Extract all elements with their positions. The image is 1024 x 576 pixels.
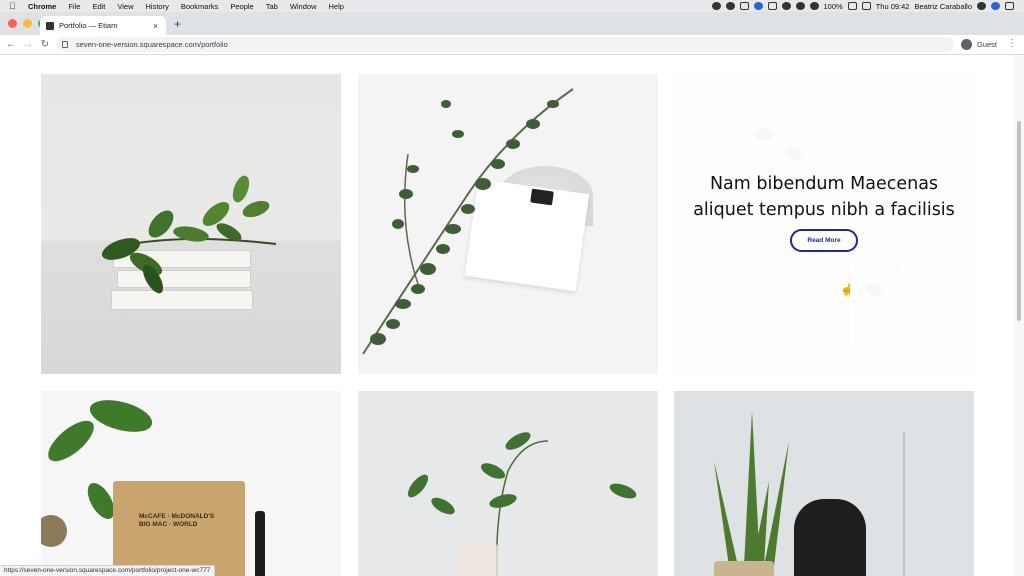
- portfolio-tile-notebook[interactable]: McCAFE · McDONALD'S BIG MAC · WORLD: [41, 391, 341, 576]
- tab-close-icon[interactable]: ×: [151, 21, 160, 31]
- window-icon[interactable]: [767, 2, 777, 10]
- menu-bookmarks[interactable]: Bookmarks: [181, 2, 219, 11]
- site-favicon-icon: [46, 21, 54, 30]
- scrollbar-thumb[interactable]: [1017, 121, 1021, 321]
- macos-menu-bar:  Chrome File Edit View History Bookmark…: [0, 0, 1024, 12]
- page-viewport: Nam bibendum Maecenas aliquet tempus nib…: [0, 55, 1014, 576]
- eucalyptus-branch-image: [362, 88, 574, 355]
- avatar-icon: [961, 39, 972, 50]
- microphone-icon[interactable]: [711, 2, 721, 10]
- plant-pot-image: [714, 561, 774, 576]
- notebook-cover-art: McCAFE · McDONALD'S BIG MAC · WORLD: [139, 513, 215, 528]
- portfolio-tile-eucalyptus-card[interactable]: [358, 74, 658, 374]
- wifi-icon[interactable]: [795, 2, 805, 10]
- minimize-window-button[interactable]: [23, 19, 32, 28]
- profile-label: Guest: [977, 40, 998, 49]
- cloud-icon[interactable]: [725, 2, 735, 10]
- spotlight-search-icon[interactable]: [977, 2, 986, 10]
- app-status-icon[interactable]: [753, 2, 763, 10]
- branch-in-vase-image: [407, 432, 637, 576]
- tab-title: Portfolio — Etiam: [59, 21, 118, 30]
- back-arrow-icon[interactable]: ←: [5, 39, 17, 50]
- pen-image: [255, 511, 265, 576]
- menu-user-name[interactable]: Beatriz Caraballo: [914, 2, 972, 11]
- browser-toolbar: ← → ↻ seven-one-version.squarespace.com/…: [0, 35, 1024, 55]
- link-status-bar: https://seven-one-version.squarespace.co…: [0, 565, 216, 576]
- menu-people[interactable]: People: [230, 2, 253, 11]
- menu-file[interactable]: File: [68, 2, 80, 11]
- menu-history[interactable]: History: [146, 2, 169, 11]
- lucky-cat-figurine-image: [794, 499, 866, 576]
- profile-button[interactable]: Guest: [958, 37, 1003, 52]
- menu-app-name[interactable]: Chrome: [28, 2, 56, 11]
- portfolio-tile-glass-plant[interactable]: [358, 391, 658, 576]
- project-hover-overlay: Nam bibendum Maecenas aliquet tempus nib…: [674, 74, 974, 374]
- more-options-icon[interactable]: ⋮: [1007, 38, 1017, 49]
- address-bar-url: seven-one-version.squarespace.com/portfo…: [76, 40, 228, 49]
- read-more-button[interactable]: Read More: [790, 229, 858, 252]
- apple-menu-icon[interactable]: : [9, 1, 18, 11]
- browser-tab-active[interactable]: Portfolio — Etiam ×: [40, 16, 166, 35]
- page-scrollbar[interactable]: [1014, 55, 1024, 576]
- reload-icon[interactable]: ↻: [39, 39, 51, 50]
- portfolio-tile-hover[interactable]: Nam bibendum Maecenas aliquet tempus nib…: [674, 74, 974, 374]
- portfolio-tile-snake-plant[interactable]: [674, 391, 974, 576]
- battery-percent[interactable]: 100%: [824, 2, 843, 11]
- plant-branch-image: [101, 175, 277, 294]
- keyboard-icon[interactable]: [861, 2, 871, 10]
- project-title: Nam bibendum Maecenas aliquet tempus nib…: [693, 174, 955, 220]
- address-bar[interactable]: seven-one-version.squarespace.com/portfo…: [56, 37, 954, 52]
- screen-capture-icon[interactable]: [739, 2, 749, 10]
- menu-help[interactable]: Help: [329, 2, 344, 11]
- lock-icon[interactable]: [62, 41, 68, 48]
- control-center-icon[interactable]: [1005, 2, 1014, 10]
- menu-tab[interactable]: Tab: [266, 2, 278, 11]
- menu-clock[interactable]: Thu 09:42: [876, 2, 910, 11]
- menu-window[interactable]: Window: [290, 2, 317, 11]
- menu-bar-status: 100% Thu 09:42 Beatriz Caraballo: [711, 2, 1024, 11]
- close-window-button[interactable]: [8, 19, 17, 28]
- clock-icon[interactable]: [781, 2, 791, 10]
- hand-cursor-icon: ☝: [840, 284, 854, 296]
- volume-icon[interactable]: [809, 2, 819, 10]
- battery-icon[interactable]: [847, 2, 857, 10]
- menu-view[interactable]: View: [117, 2, 133, 11]
- menu-bar-left:  Chrome File Edit View History Bookmark…: [0, 1, 356, 11]
- siri-icon[interactable]: [991, 2, 1000, 10]
- portfolio-tile-books-plant[interactable]: [41, 74, 341, 374]
- browser-tab-strip: Portfolio — Etiam × +: [0, 12, 1024, 35]
- forward-arrow-icon[interactable]: →: [22, 39, 34, 50]
- new-tab-button[interactable]: +: [174, 18, 181, 30]
- menu-edit[interactable]: Edit: [92, 2, 105, 11]
